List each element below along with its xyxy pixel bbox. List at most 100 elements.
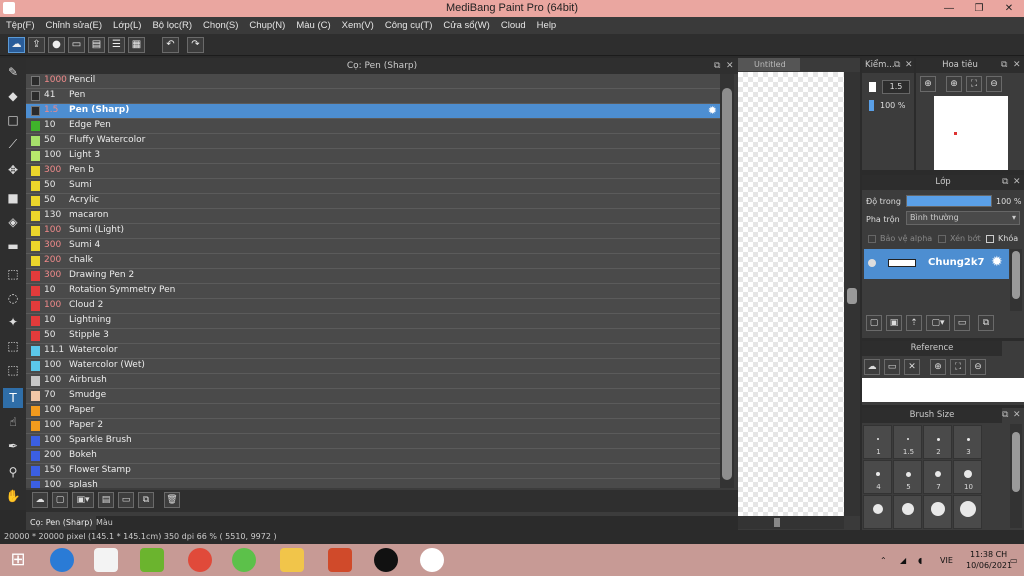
fit-icon[interactable]: ⛶: [966, 76, 982, 92]
eyedropper-icon[interactable]: ⚲: [3, 462, 23, 482]
shape-tool-icon[interactable]: ■: [3, 188, 23, 208]
tiktok-icon[interactable]: [374, 548, 398, 572]
duplicate-layer-icon[interactable]: ⧉: [978, 315, 994, 331]
protect-alpha-checkbox[interactable]: [868, 235, 876, 243]
fit-icon[interactable]: ⛶: [950, 359, 966, 375]
clipping-checkbox[interactable]: [938, 235, 946, 243]
brush-size-cell[interactable]: 10: [953, 460, 982, 494]
gear-icon[interactable]: ✹: [991, 254, 1003, 270]
menu-snap[interactable]: Chụp(N): [249, 20, 285, 31]
document-icon[interactable]: ▤: [88, 37, 105, 53]
text-tool-icon[interactable]: T: [3, 388, 23, 408]
language-indicator[interactable]: VIE: [940, 556, 953, 565]
brush-row[interactable]: 300 Pen b: [26, 164, 720, 179]
brush-tool-icon[interactable]: ✎: [3, 62, 23, 82]
float-icon[interactable]: ⧉: [714, 58, 720, 74]
close-icon[interactable]: ✕: [726, 58, 734, 74]
eraser-tool-icon[interactable]: ◆: [3, 86, 23, 106]
bluestacks-icon[interactable]: [140, 548, 164, 572]
delete-icon[interactable]: 🗑: [164, 492, 180, 508]
menu-window[interactable]: Cửa sổ(W): [443, 20, 489, 31]
brush-row[interactable]: 150 Flower Stamp: [26, 464, 720, 479]
canvas-vscroll-thumb[interactable]: [847, 288, 857, 304]
menu-edit[interactable]: Chỉnh sửa(E): [46, 20, 103, 31]
new-brush-icon[interactable]: ▢: [52, 492, 68, 508]
chat-icon[interactable]: ●: [48, 37, 65, 53]
brush-size-cell[interactable]: 3: [953, 425, 982, 459]
import-layer-icon[interactable]: ⇡: [906, 315, 922, 331]
brush-size-cell[interactable]: [893, 495, 922, 529]
dot-tool-icon[interactable]: □: [3, 110, 23, 130]
brush-size-cell[interactable]: 7: [923, 460, 952, 494]
lasso-tool-icon[interactable]: ◌: [3, 288, 23, 308]
brush-row[interactable]: 50 Acrylic: [26, 194, 720, 209]
menu-help[interactable]: Help: [537, 20, 557, 31]
duplicate-icon[interactable]: ⧉: [138, 492, 154, 508]
folder-icon[interactable]: ▭: [118, 492, 134, 508]
brush-row[interactable]: 130 macaron: [26, 209, 720, 224]
zoom-out-icon[interactable]: ⊖: [970, 359, 986, 375]
zoom-in-icon[interactable]: ⊕: [930, 359, 946, 375]
open-reference-icon[interactable]: ▭: [884, 359, 900, 375]
layer-row[interactable]: Chung2k7 ✹: [864, 249, 1009, 279]
brush-row[interactable]: 100 Watercolor (Wet): [26, 359, 720, 374]
close-reference-icon[interactable]: ✕: [904, 359, 920, 375]
line-tool-icon[interactable]: ⟋: [3, 134, 23, 154]
gear-icon[interactable]: ✹: [708, 104, 717, 117]
brush-size-cell[interactable]: 4: [863, 460, 892, 494]
file-explorer-icon[interactable]: [280, 548, 304, 572]
brush-row[interactable]: 10 Rotation Symmetry Pen: [26, 284, 720, 299]
fill-tool-icon[interactable]: ◈: [3, 212, 23, 232]
brush-size-cell[interactable]: 1: [863, 425, 892, 459]
pen-tool-icon[interactable]: ✒: [3, 436, 23, 456]
add-layer-dropdown-icon[interactable]: ▢▾: [926, 315, 950, 331]
undo-icon[interactable]: ↶: [162, 37, 179, 53]
upload-icon[interactable]: ⇪: [28, 37, 45, 53]
scrollbar-thumb[interactable]: [722, 88, 732, 480]
lock-checkbox[interactable]: [986, 235, 994, 243]
brush-row[interactable]: 50 Sumi: [26, 179, 720, 194]
brush-row[interactable]: 11.1 Watercolor: [26, 344, 720, 359]
canvas[interactable]: [738, 72, 844, 516]
unikey-icon[interactable]: [94, 548, 118, 572]
brush-size-cell[interactable]: 1.5: [893, 425, 922, 459]
brush-row[interactable]: 50 Stipple 3: [26, 329, 720, 344]
brush-row[interactable]: 10 Edge Pen: [26, 119, 720, 134]
opacity-slider[interactable]: [906, 195, 992, 207]
layer-scrollbar[interactable]: [1010, 249, 1022, 311]
close-icon[interactable]: ✕: [905, 58, 913, 73]
hand-tool-icon[interactable]: ✋: [3, 486, 23, 506]
new-layer-icon[interactable]: ▢: [866, 315, 882, 331]
operation-tool-icon[interactable]: ☝: [3, 412, 23, 432]
clock-time[interactable]: 11:38 CH: [970, 550, 1007, 559]
chrome-icon[interactable]: [188, 548, 212, 572]
volume-icon[interactable]: ◖: [918, 556, 922, 565]
brush-row[interactable]: 100 splash: [26, 479, 720, 488]
brush-row[interactable]: 300 Drawing Pen 2: [26, 269, 720, 284]
reference-preview[interactable]: [862, 378, 1024, 402]
brush-row[interactable]: 100 Paper: [26, 404, 720, 419]
wifi-icon[interactable]: ◢: [900, 556, 906, 565]
brush-row[interactable]: 1.5 Pen (Sharp) ✹: [26, 104, 720, 119]
brush-row[interactable]: 41 Pen: [26, 89, 720, 104]
brush-row[interactable]: 300 Sumi 4: [26, 239, 720, 254]
tray-chevron-icon[interactable]: ⌃: [880, 556, 887, 565]
minimize-button[interactable]: —: [934, 0, 964, 17]
select-eraser-icon[interactable]: ⬚: [3, 360, 23, 380]
folder-icon[interactable]: ▭: [954, 315, 970, 331]
close-icon[interactable]: ✕: [1013, 58, 1021, 73]
menu-cloud[interactable]: Cloud: [501, 20, 526, 31]
brush-row[interactable]: 200 Bokeh: [26, 449, 720, 464]
brush-row[interactable]: 10 Lightning: [26, 314, 720, 329]
brush-row[interactable]: 50 Fluffy Watercolor: [26, 134, 720, 149]
navigator-preview[interactable]: [934, 96, 1008, 170]
brush-size-cell[interactable]: [863, 495, 892, 529]
zoom-out-icon[interactable]: ⊖: [986, 76, 1002, 92]
blend-mode-select[interactable]: Bình thường ▾: [906, 211, 1020, 225]
brush-row[interactable]: 100 Airbrush: [26, 374, 720, 389]
grid-icon[interactable]: ▦: [128, 37, 145, 53]
canvas-hscroll[interactable]: [738, 516, 844, 529]
magic-wand-icon[interactable]: ✦: [3, 312, 23, 332]
menu-layer[interactable]: Lớp(L): [113, 20, 141, 31]
brush-row[interactable]: 70 Smudge: [26, 389, 720, 404]
